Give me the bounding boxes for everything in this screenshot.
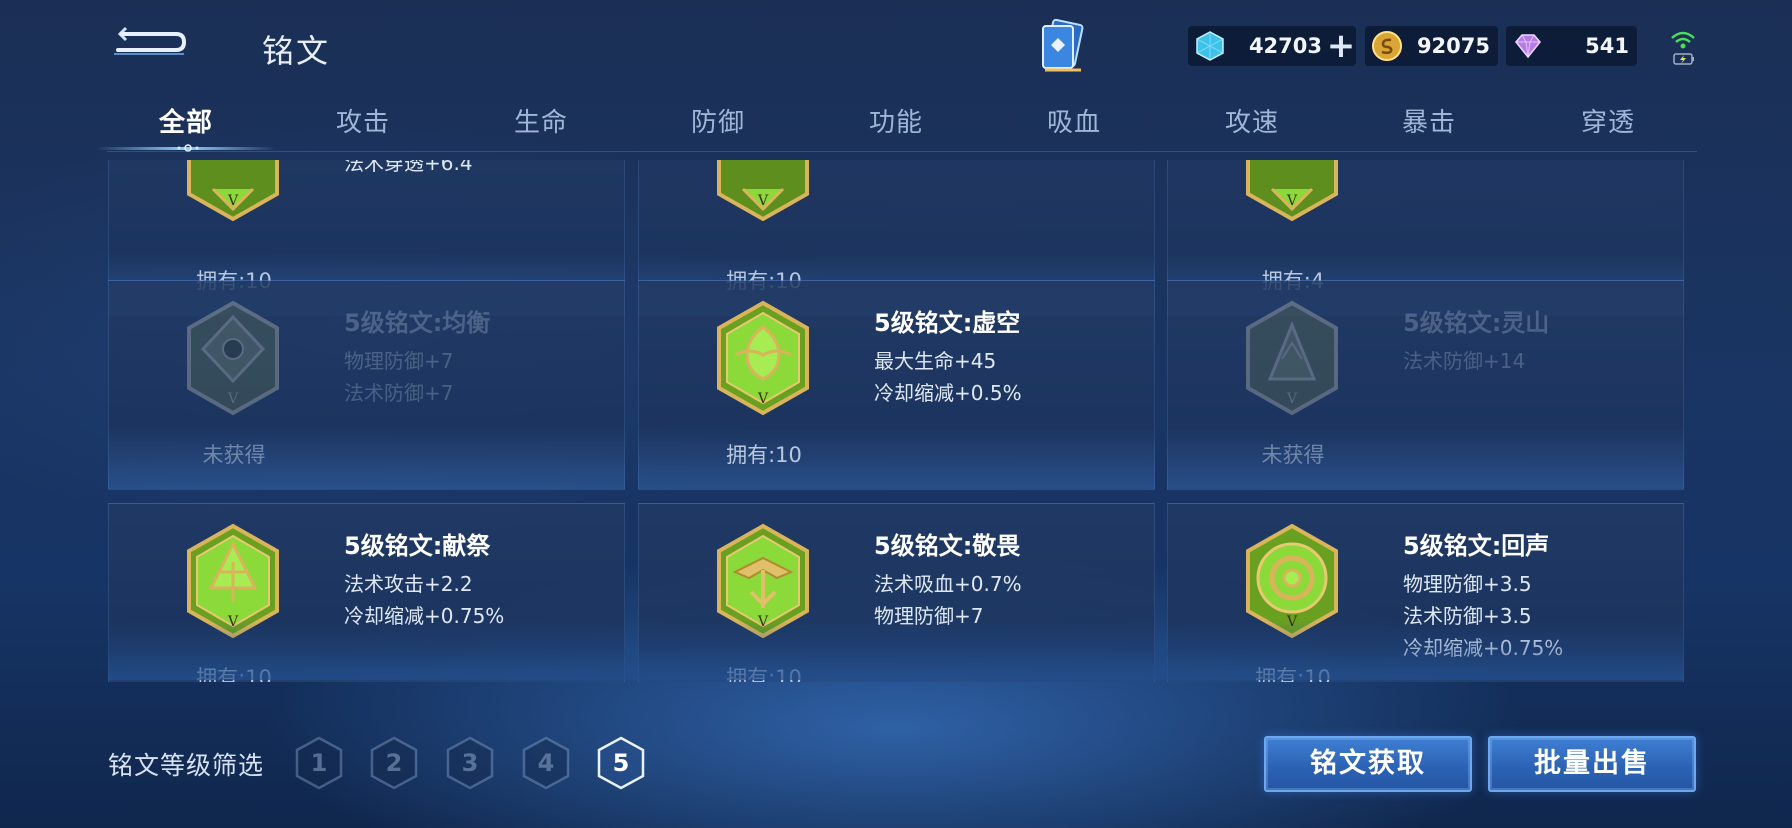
inscription-attrs: 法术吸血+0.7% 物理防御+7 (874, 568, 1022, 632)
inscription-attr: 法术攻击+2.2 (344, 572, 473, 596)
tab-attack[interactable]: 攻击 (303, 102, 423, 139)
tab-attack-speed[interactable]: 攻速 (1192, 102, 1312, 139)
svg-text:V: V (757, 614, 769, 630)
sacrifice-badge-icon: V (187, 523, 279, 639)
level-filter-label-3: 3 (461, 749, 479, 777)
inscription-badge-icon: V (1246, 160, 1338, 222)
svg-text:V: V (1286, 193, 1298, 209)
inscription-card-echo[interactable]: V 5级铭文:回声 物理防御+3.5 法术防御+3.5 冷却缩减+0.75% 拥… (1167, 503, 1684, 682)
svg-text:V: V (757, 391, 769, 407)
level-filter-2[interactable]: 2 (368, 735, 420, 791)
inscription-attrs: 物理防御+3.5 法术防御+3.5 冷却缩减+0.75% (1403, 568, 1563, 664)
inscription-name: 5级铭文:均衡 (344, 309, 491, 337)
inscription-card-balance[interactable]: V 5级铭文:均衡 物理防御+7 法术防御+7 未获得 (108, 280, 625, 490)
tab-penetration[interactable]: 穿透 (1548, 102, 1668, 139)
svg-text:V: V (227, 391, 239, 407)
inscription-attr: 法术防御+14 (1403, 349, 1526, 373)
inscription-attrs: 法术防御+14 (1403, 345, 1525, 377)
tab-lifesteal[interactable]: 吸血 (1014, 102, 1134, 139)
tab-health[interactable]: 生命 (481, 102, 601, 139)
gold-counter: 92075 (1365, 26, 1498, 66)
inscription-card-sacrifice[interactable]: V 5级铭文:献祭 法术攻击+2.2 冷却缩减+0.75% 拥有:10 (108, 503, 625, 682)
status-indicator (1668, 26, 1698, 70)
svg-text:V: V (1286, 614, 1298, 630)
inscription-attr: 物理防御+7 (344, 349, 454, 373)
void-badge-icon: V (717, 300, 809, 416)
level-filter-1[interactable]: 1 (293, 735, 345, 791)
level-filter-5[interactable]: 5 (595, 735, 647, 791)
page-title: 铭文 (262, 32, 331, 70)
inscription-name: 5级铭文:献祭 (344, 532, 491, 560)
tab-critical[interactable]: 暴击 (1369, 102, 1489, 139)
tab-utility[interactable]: 功能 (836, 102, 956, 139)
back-button[interactable] (112, 22, 192, 62)
wifi-battery-icon (1671, 31, 1695, 65)
inscription-card-awe[interactable]: V 5级铭文:敬畏 法术吸血+0.7% 物理防御+7 拥有:10 (638, 503, 1155, 682)
inscription-attr: 法术穿透+6.4 (344, 160, 473, 175)
inscription-attr: 法术吸血+0.7% (874, 572, 1022, 596)
spirit-mountain-badge-icon: V (1246, 300, 1338, 416)
inscription-name: 5级铭文:灵山 (1403, 309, 1550, 337)
back-arrow-icon (114, 26, 187, 55)
obtain-inscription-button[interactable]: 铭文获取 (1264, 736, 1472, 792)
inscription-name: 5级铭文:敬畏 (874, 532, 1021, 560)
level-filter-label-1: 1 (310, 749, 328, 777)
awe-badge-icon: V (717, 523, 809, 639)
inscription-card-icon[interactable] (1035, 18, 1091, 78)
inscription-attr: 最大生命+45 (874, 349, 997, 373)
bulk-sell-button[interactable]: 批量出售 (1488, 736, 1696, 792)
balance-badge-icon: V (187, 300, 279, 416)
inscription-owned: 未获得 (202, 443, 266, 467)
level-filter-label-5: 5 (612, 749, 630, 777)
inscription-card-void[interactable]: V 5级铭文:虚空 最大生命+45 冷却缩减+0.5% 拥有:10 (638, 280, 1155, 490)
inscription-grid[interactable]: V 法术穿透+6.4 拥有:10 V 拥有:10 V 拥有:4 V 5级铭文:均… (108, 160, 1684, 682)
inscription-attrs: 最大生命+45 冷却缩减+0.5% (874, 345, 1022, 409)
inscription-attr: 冷却缩减+0.75% (1403, 636, 1564, 660)
inscription-owned: 拥有:10 (1255, 666, 1331, 682)
gem-value: 541 (1585, 34, 1629, 58)
inscription-attrs: 法术攻击+2.2 冷却缩减+0.75% (344, 568, 504, 632)
diamond-counter: 42703 + (1188, 26, 1356, 66)
category-tabs: 全部 攻击 生命 防御 功能 吸血 攻速 暴击 穿透 (107, 102, 1634, 146)
tab-defense[interactable]: 防御 (658, 102, 778, 139)
inscription-badge-icon: V (717, 160, 809, 222)
inscription-attrs: 物理防御+7 法术防御+7 (344, 345, 453, 409)
inscription-attr: 物理防御+3.5 (1403, 572, 1532, 596)
inscription-attr: 物理防御+7 (874, 604, 984, 628)
level-filter-4[interactable]: 4 (520, 735, 572, 791)
diamond-value: 42703 (1248, 34, 1322, 58)
diamond-icon (1196, 31, 1224, 61)
echo-badge-icon: V (1246, 523, 1338, 639)
svg-text:V: V (227, 193, 239, 209)
svg-text:V: V (1286, 391, 1298, 407)
add-diamond-button[interactable]: + (1326, 29, 1356, 63)
svg-text:V: V (757, 193, 769, 209)
level-filter-label-2: 2 (385, 749, 403, 777)
inscription-owned: 拥有:10 (726, 666, 802, 682)
inscription-badge-icon: V (187, 160, 279, 222)
inscription-name: 5级铭文:回声 (1403, 532, 1550, 560)
inscription-attr: 法术防御+7 (344, 381, 454, 405)
inscription-card-spirit-mountain[interactable]: V 5级铭文:灵山 法术防御+14 未获得 (1167, 280, 1684, 490)
gem-counter: 541 (1506, 26, 1637, 66)
inscription-name: 5级铭文:虚空 (874, 309, 1021, 337)
inscription-owned: 拥有:10 (196, 666, 272, 682)
tab-all[interactable]: 全部 (126, 102, 246, 139)
level-filter-label-4: 4 (537, 749, 555, 777)
level-filter-3[interactable]: 3 (444, 735, 496, 791)
level-filter-label: 铭文等级筛选 (108, 751, 265, 780)
tab-divider (107, 151, 1697, 152)
svg-text:V: V (227, 614, 239, 630)
gold-coin-icon (1372, 31, 1402, 61)
inscription-owned: 未获得 (1261, 443, 1325, 467)
inscription-owned: 拥有:10 (726, 443, 802, 467)
inscription-attr: 法术防御+3.5 (1403, 604, 1532, 628)
inscription-attr: 冷却缩减+0.5% (874, 381, 1022, 405)
inscription-attr: 冷却缩减+0.75% (344, 604, 505, 628)
purple-gem-icon (1515, 34, 1541, 59)
gold-value: 92075 (1416, 34, 1490, 58)
